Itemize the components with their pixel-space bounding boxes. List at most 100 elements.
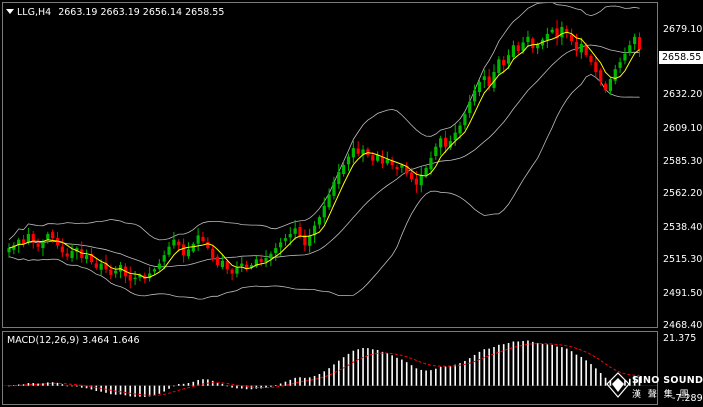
candle-body (264, 257, 268, 263)
candle-body (172, 239, 176, 246)
macd-histogram-bar (449, 365, 452, 386)
macd-histogram-bar (308, 377, 311, 386)
candle-body (182, 244, 186, 256)
candle-body (186, 249, 191, 257)
candle-body (308, 235, 312, 246)
price-tick: 2679.10 (663, 24, 703, 35)
macd-histogram-bar (119, 385, 122, 395)
macd-histogram-bar (71, 385, 73, 387)
candle-body (516, 45, 520, 51)
candle-body (594, 62, 598, 73)
candle-body (463, 114, 467, 126)
candle-body (550, 29, 554, 33)
price-chart-pane[interactable] (2, 2, 658, 328)
candle-body (114, 270, 118, 274)
macd-histogram-bar (47, 382, 49, 386)
macd-histogram-bar (532, 341, 534, 386)
chart-menu-triangle-icon[interactable] (6, 9, 14, 14)
candle-body (589, 55, 593, 63)
sino-sound-logo-icon (606, 372, 630, 398)
candle-body (337, 172, 341, 184)
macd-histogram-bar (42, 383, 44, 386)
candle-body (511, 45, 515, 58)
candle-body (434, 146, 438, 156)
macd-histogram-bar (304, 377, 306, 386)
candle-body (506, 55, 511, 64)
macd-histogram-bar (454, 364, 456, 386)
candle-body (623, 53, 627, 61)
candle-body (279, 242, 283, 248)
macd-histogram-bar (362, 348, 364, 386)
candle-body (618, 62, 622, 68)
macd-histogram-bar (435, 368, 437, 386)
macd-histogram-bar (56, 382, 59, 386)
candle-body (332, 181, 336, 196)
candle-body (628, 45, 632, 53)
bollinger-middle-band (8, 44, 640, 268)
candle-body (574, 41, 579, 51)
macd-histogram-bar (488, 348, 490, 386)
macd-histogram-bar (274, 385, 277, 386)
candle-body (613, 69, 617, 81)
macd-histogram-bar (468, 358, 471, 386)
macd-histogram-bar (536, 342, 539, 386)
macd-histogram-bar (231, 385, 233, 388)
macd-histogram-bar (173, 385, 175, 387)
macd-histogram-bar (430, 370, 432, 386)
chart-window[interactable]: LLG,H4 2663.19 2663.19 2656.14 2658.55 M… (0, 0, 703, 407)
macd-histogram-bar (211, 380, 214, 386)
candle-body (453, 132, 457, 141)
candle-body (41, 241, 45, 249)
macd-histogram-bar (517, 341, 520, 386)
candle-body (99, 263, 103, 270)
macd-histogram-bar (420, 369, 423, 386)
logo-name: SINO SOUND (632, 375, 703, 386)
macd-histogram-bar (124, 385, 127, 396)
candle-body (269, 253, 273, 259)
macd-histogram-bar (575, 354, 578, 386)
macd-histogram-bar (202, 379, 204, 386)
candle-body (380, 156, 385, 164)
macd-histogram-bar (76, 385, 78, 387)
macd-histogram-bar (580, 356, 583, 386)
macd-histogram-bar (187, 383, 190, 386)
macd-histogram-bar (478, 351, 481, 386)
candle-body (560, 26, 564, 38)
macd-histogram-bar (565, 348, 568, 386)
candle-body (477, 81, 482, 93)
price-tick: 2562.20 (663, 188, 703, 199)
candle-body (46, 234, 50, 240)
macd-histogram-bar (425, 370, 427, 386)
macd-title: MACD(12,26,9) 3.464 1.646 (7, 335, 140, 346)
macd-histogram-bar (177, 384, 180, 386)
price-tick: 2515.30 (663, 254, 703, 265)
candle-body (395, 166, 399, 170)
price-tick: 2632.20 (663, 89, 703, 100)
macd-histogram-bar (114, 385, 117, 395)
macd-histogram-bar (439, 366, 442, 386)
macd-histogram-bar (551, 344, 553, 386)
price-tick: 2491.50 (663, 288, 703, 299)
candle-body (274, 248, 278, 254)
candle-body (152, 269, 157, 272)
price-tick: 2585.30 (663, 156, 703, 167)
candle-body (215, 256, 220, 266)
candle-body (521, 42, 525, 51)
macd-histogram-bar (342, 357, 345, 386)
candle-body (327, 194, 331, 208)
candle-body (584, 45, 588, 56)
candle-body (211, 248, 215, 258)
candle-body (376, 155, 380, 161)
candle-body (235, 267, 239, 274)
bollinger-lower-band (8, 73, 640, 300)
macd-histogram-bar (556, 346, 558, 386)
ohlc-values: 2663.19 2663.19 2656.14 2658.55 (58, 7, 225, 18)
price-tick: 2468.40 (663, 320, 703, 331)
macd-histogram-bar (158, 385, 161, 394)
candle-body (60, 246, 64, 253)
macd-histogram-bar (129, 385, 132, 397)
candle-body (409, 172, 414, 180)
candle-body (443, 137, 448, 147)
macd-histogram-bar (163, 385, 165, 392)
candle-body (351, 148, 355, 158)
